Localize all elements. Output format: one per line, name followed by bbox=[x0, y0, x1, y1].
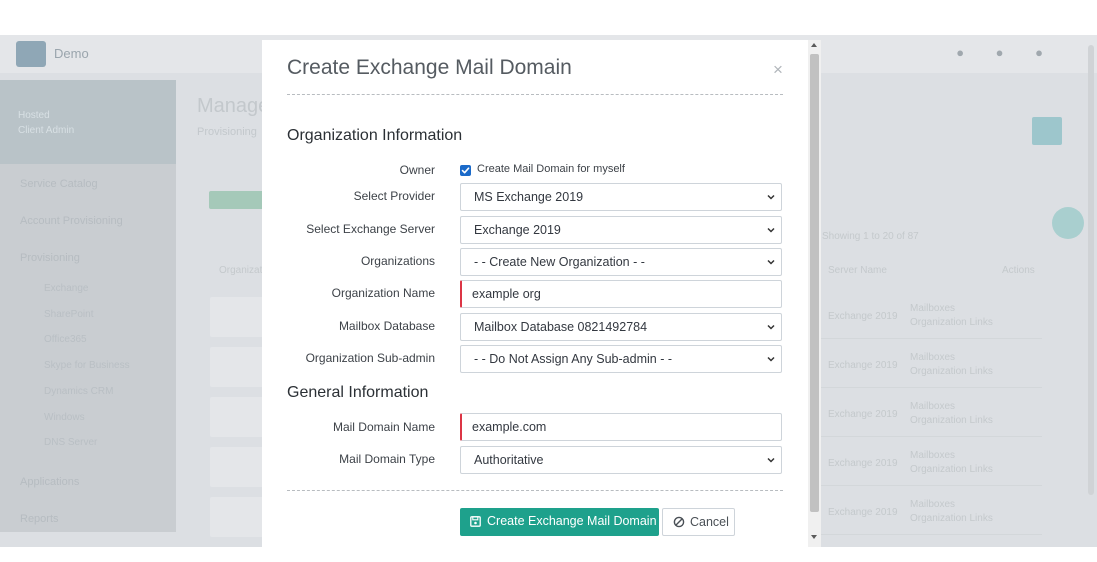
sub-admin-label: Organization Sub-admin bbox=[305, 351, 435, 365]
mail-domain-name-input[interactable]: example.com bbox=[460, 413, 782, 441]
organizations-select-value: - - Create New Organization - - bbox=[474, 255, 645, 269]
divider bbox=[287, 490, 783, 491]
sidebar-item-applications: Applications bbox=[20, 476, 80, 488]
help-badge-icon bbox=[1052, 207, 1084, 239]
organization-name-value: example org bbox=[472, 287, 541, 301]
modal-title: Create Exchange Mail Domain bbox=[287, 56, 572, 79]
mail-domain-name-label: Mail Domain Name bbox=[332, 420, 435, 434]
mailbox-database-label: Mailbox Database bbox=[338, 319, 435, 333]
app-row-card bbox=[210, 297, 270, 337]
sidebar-item-reports: Reports bbox=[20, 513, 59, 525]
sidebar-sub-office365: Office365 bbox=[44, 334, 87, 345]
divider bbox=[287, 94, 783, 95]
organizations-select[interactable]: - - Create New Organization - - bbox=[460, 248, 782, 276]
owner-checkbox[interactable] bbox=[460, 165, 471, 176]
sub-admin-select[interactable]: - - Do Not Assign Any Sub-admin - - bbox=[460, 345, 782, 373]
topbar-icons: ● ● ● bbox=[956, 45, 1057, 60]
modal-scrollbar[interactable] bbox=[808, 40, 821, 547]
create-mail-domain-button[interactable]: Create Exchange Mail Domain bbox=[460, 508, 659, 536]
provider-label: Select Provider bbox=[353, 189, 435, 203]
provider-select[interactable]: MS Exchange 2019 bbox=[460, 183, 782, 211]
provider-select-value: MS Exchange 2019 bbox=[474, 190, 584, 204]
sidebar-sub-crm: Dynamics CRM bbox=[44, 386, 114, 397]
app-table-row: Exchange 2019 Mailboxes Organization Lin… bbox=[820, 297, 1042, 339]
mail-domain-type-select[interactable]: Authoritative bbox=[460, 446, 782, 474]
sidebar-user-role: Client Admin bbox=[18, 125, 75, 136]
section-title-general: General Information bbox=[287, 384, 429, 401]
app-table-row: Exchange 2019 Mailboxes Organization Lin… bbox=[820, 395, 1042, 437]
app-table-row: Exchange 2019 Mailboxes Organization Lin… bbox=[820, 493, 1042, 535]
organization-name-label: Organization Name bbox=[331, 286, 435, 300]
sidebar-item-service-catalog: Service Catalog bbox=[20, 178, 98, 190]
sidebar-sub-sharepoint: SharePoint bbox=[44, 309, 94, 320]
app-search-button bbox=[1032, 117, 1062, 145]
exchange-server-select[interactable]: Exchange 2019 bbox=[460, 216, 782, 244]
mailbox-database-select-value: Mailbox Database 0821492784 bbox=[474, 320, 648, 334]
close-icon[interactable]: × bbox=[770, 60, 786, 80]
sidebar-sub-windows: Windows bbox=[44, 412, 85, 423]
owner-label: Owner bbox=[399, 163, 435, 177]
menu-toggle-icon bbox=[16, 41, 46, 67]
checkmark-icon bbox=[461, 167, 470, 174]
app-sidebar: Hosted Client Admin Service Catalog Acco… bbox=[0, 80, 176, 532]
chevron-down-icon bbox=[767, 227, 775, 233]
app-column-actions: Actions bbox=[1002, 265, 1035, 276]
create-mail-domain-modal: Create Exchange Mail Domain × Organizati… bbox=[262, 40, 808, 547]
sidebar-user-panel: Hosted Client Admin bbox=[0, 80, 176, 164]
app-row-card bbox=[210, 397, 270, 437]
create-button-label: Create Exchange Mail Domain bbox=[487, 514, 657, 528]
chevron-down-icon bbox=[767, 356, 775, 362]
sidebar-user-name: Hosted bbox=[18, 110, 50, 121]
app-column-server: Server Name bbox=[828, 265, 887, 276]
app-table-row: Exchange 2019 Mailboxes Organization Lin… bbox=[820, 346, 1042, 388]
cancel-button-label: Cancel bbox=[690, 515, 729, 529]
app-paging-info: Showing 1 to 20 of 87 bbox=[822, 231, 919, 242]
screen: Demo ● ● ● Hosted Client Admin Service C… bbox=[0, 0, 1097, 562]
app-row-card bbox=[210, 447, 270, 487]
sidebar-sub-exchange: Exchange bbox=[44, 283, 89, 294]
chevron-down-icon bbox=[767, 194, 775, 200]
chevron-down-icon bbox=[767, 457, 775, 463]
app-add-button bbox=[209, 191, 265, 209]
chevron-down-icon bbox=[767, 259, 775, 265]
app-row-card bbox=[210, 497, 270, 537]
ban-icon bbox=[673, 516, 685, 528]
page-scrollbar[interactable] bbox=[1088, 45, 1094, 495]
section-title-organization: Organization Information bbox=[287, 127, 463, 144]
sub-admin-select-value: - - Do Not Assign Any Sub-admin - - bbox=[474, 352, 672, 366]
mail-domain-type-label: Mail Domain Type bbox=[339, 452, 435, 466]
save-icon bbox=[470, 516, 481, 527]
scroll-up-arrow-icon[interactable] bbox=[811, 43, 817, 47]
scroll-thumb[interactable] bbox=[810, 54, 819, 512]
chevron-down-icon bbox=[767, 324, 775, 330]
sidebar-item-account-provisioning: Account Provisioning bbox=[20, 215, 123, 227]
sidebar-item-provisioning: Provisioning bbox=[20, 252, 80, 264]
app-table-row: Exchange 2019 Mailboxes Organization Lin… bbox=[820, 444, 1042, 486]
mailbox-database-select[interactable]: Mailbox Database 0821492784 bbox=[460, 313, 782, 341]
sidebar-sub-dns: DNS Server bbox=[44, 437, 98, 448]
app-page-title: Manage bbox=[197, 95, 270, 117]
mail-domain-name-value: example.com bbox=[472, 420, 547, 434]
scroll-down-arrow-icon[interactable] bbox=[811, 535, 817, 539]
app-brand: Demo bbox=[54, 46, 89, 61]
app-row-card bbox=[210, 347, 270, 387]
mail-domain-type-select-value: Authoritative bbox=[474, 453, 544, 467]
owner-checkbox-label[interactable]: Create Mail Domain for myself bbox=[477, 163, 625, 175]
cancel-button[interactable]: Cancel bbox=[662, 508, 735, 536]
sidebar-sub-skype: Skype for Business bbox=[44, 360, 130, 371]
app-breadcrumb: Provisioning bbox=[197, 126, 257, 138]
organization-name-input[interactable]: example org bbox=[460, 280, 782, 308]
organizations-label: Organizations bbox=[360, 254, 435, 268]
exchange-server-label: Select Exchange Server bbox=[306, 222, 435, 236]
exchange-server-select-value: Exchange 2019 bbox=[474, 223, 561, 237]
